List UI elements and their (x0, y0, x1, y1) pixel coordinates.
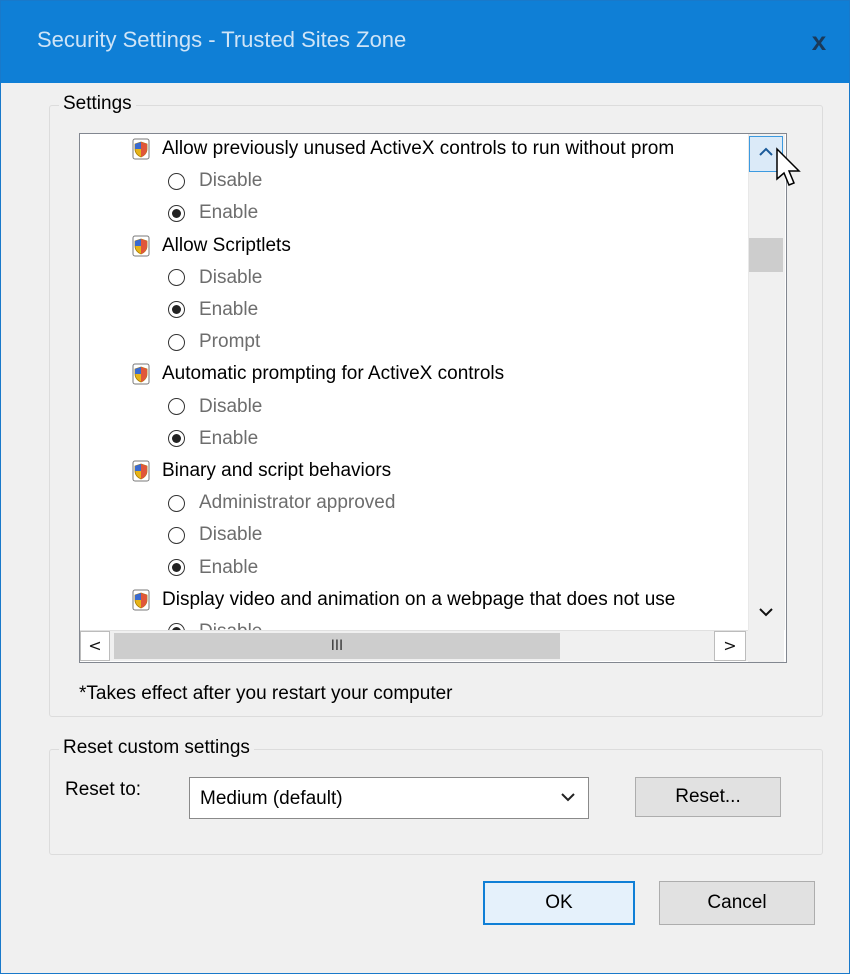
option-label: Disable (199, 524, 263, 546)
option-label: Disable (199, 170, 263, 192)
reset-button[interactable]: Reset... (635, 777, 781, 817)
setting-label: Automatic prompting for ActiveX controls (162, 363, 505, 385)
option-label: Disable (199, 266, 263, 288)
option-label: Enable (199, 556, 259, 578)
shield-icon (132, 138, 150, 160)
radio-button[interactable] (168, 172, 185, 190)
setting-heading: Display video and animation on a webpage… (132, 589, 675, 619)
option-label: Enable (199, 299, 259, 320)
radio-button[interactable] (168, 559, 185, 577)
option-label: Enable (199, 202, 259, 224)
restart-note: *Takes effect after you restart your com… (79, 683, 453, 704)
reset-level-select[interactable]: Medium (default) (189, 777, 589, 819)
option-label: Enable (199, 427, 259, 449)
setting-label: Allow previously unused ActiveX controls… (162, 138, 675, 160)
setting-option[interactable]: Administrator approved (168, 492, 395, 522)
radio-button[interactable] (168, 204, 185, 222)
scrollbar-corner (748, 630, 784, 662)
setting-heading: Automatic prompting for ActiveX controls (132, 363, 504, 393)
option-label: Disable (199, 621, 262, 630)
horizontal-scrollbar[interactable]: < III > (80, 630, 748, 661)
scroll-down-button[interactable] (749, 596, 783, 630)
security-settings-dialog: Security Settings - Trusted Sites Zone x… (0, 0, 850, 974)
setting-heading: Allow previously unused ActiveX controls… (132, 138, 674, 168)
setting-option[interactable]: Prompt (168, 331, 260, 361)
setting-label: Binary and script behaviors (162, 460, 392, 482)
option-label: Disable (199, 395, 263, 417)
chevron-down-icon (759, 608, 773, 617)
setting-option[interactable]: Disable (168, 170, 262, 200)
settings-list[interactable]: Allow previously unused ActiveX controls… (79, 133, 787, 663)
reset-level-value: Medium (default) (200, 788, 343, 809)
setting-option[interactable]: Disable (168, 621, 262, 630)
setting-label: Allow Scriptlets (162, 234, 291, 256)
title-bar[interactable]: Security Settings - Trusted Sites Zone x (1, 1, 849, 83)
setting-heading: Binary and script behaviors (132, 460, 391, 490)
radio-button[interactable] (168, 333, 185, 351)
scroll-left-button[interactable]: < (80, 631, 110, 661)
settings-group-label: Settings (59, 93, 136, 115)
shield-icon (132, 235, 150, 257)
settings-items: Allow previously unused ActiveX controls… (80, 134, 748, 630)
option-label: Administrator approved (199, 492, 396, 514)
setting-option[interactable]: Disable (168, 267, 262, 297)
radio-button[interactable] (168, 430, 185, 448)
setting-option[interactable]: Enable (168, 428, 258, 458)
radio-button[interactable] (168, 494, 185, 512)
window-title: Security Settings - Trusted Sites Zone (37, 27, 407, 52)
chevron-up-icon (759, 147, 773, 156)
ok-button[interactable]: OK (483, 881, 635, 925)
shield-icon (132, 589, 150, 611)
setting-option[interactable]: Enable (168, 557, 258, 587)
cancel-button[interactable]: Cancel (659, 881, 815, 925)
setting-option[interactable]: Disable (168, 524, 262, 554)
setting-heading: Allow Scriptlets (132, 235, 291, 265)
vertical-scrollbar[interactable] (748, 134, 785, 630)
option-label: Prompt (199, 331, 261, 353)
radio-button[interactable] (168, 301, 185, 319)
radio-button[interactable] (168, 526, 185, 544)
mouse-cursor-icon (776, 147, 801, 186)
shield-icon (132, 363, 150, 385)
vertical-scroll-thumb[interactable] (749, 238, 783, 272)
chevron-down-icon (561, 793, 575, 802)
setting-option[interactable]: Enable (168, 202, 258, 232)
radio-button[interactable] (168, 269, 185, 287)
setting-option[interactable]: Disable (168, 396, 262, 426)
horizontal-scroll-thumb[interactable]: III (114, 633, 560, 659)
radio-button[interactable] (168, 398, 185, 416)
setting-label: Display video and animation on a webpage… (162, 588, 676, 610)
scroll-right-button[interactable]: > (714, 631, 746, 661)
shield-icon (132, 460, 150, 482)
close-icon[interactable]: x (797, 19, 841, 63)
reset-group-label: Reset custom settings (59, 737, 254, 759)
reset-to-label: Reset to: (65, 779, 142, 800)
setting-option[interactable]: Enable (168, 299, 258, 329)
